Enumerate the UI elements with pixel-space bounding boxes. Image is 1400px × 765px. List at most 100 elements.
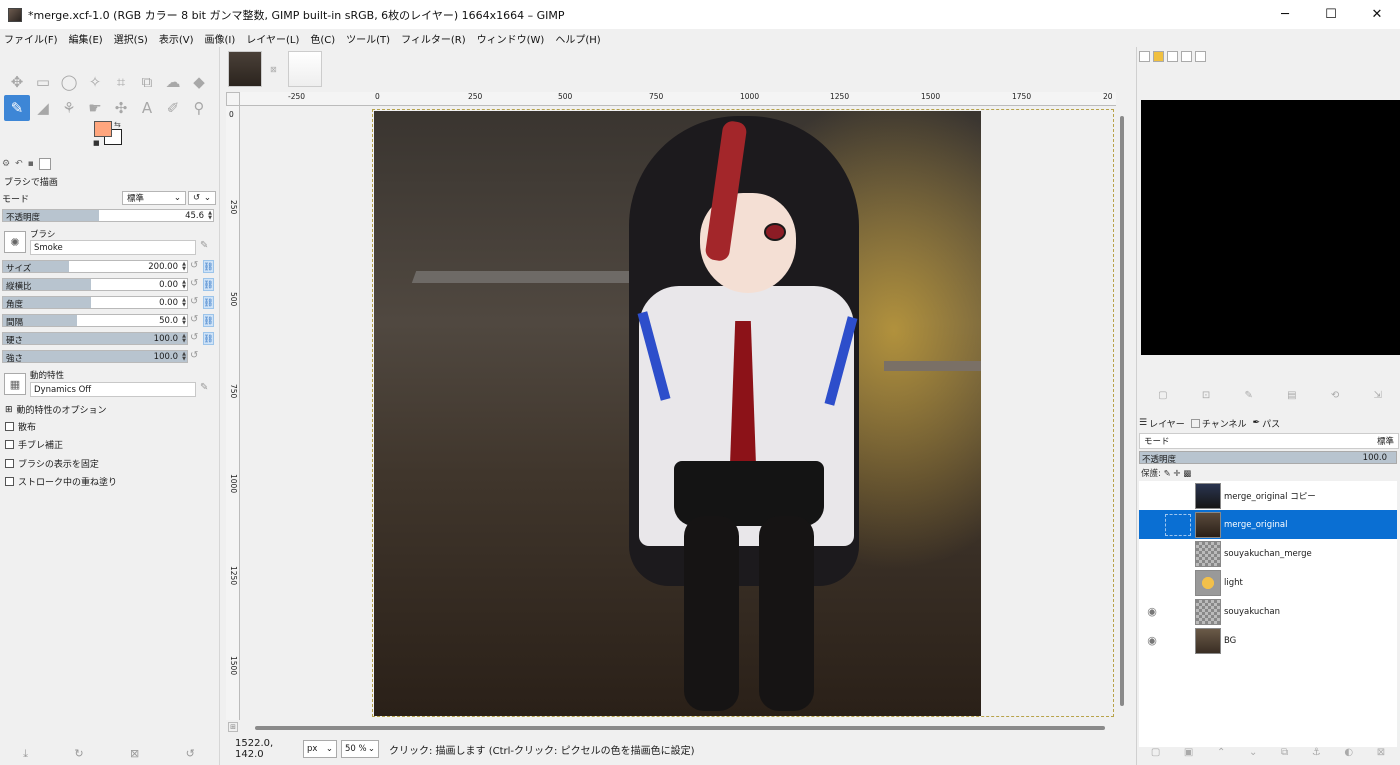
smudge-tool-icon[interactable]: ☛ bbox=[82, 95, 108, 121]
aspect-slider[interactable]: 縦横比 0.00 ▲ ▼ bbox=[2, 278, 188, 292]
close-button[interactable]: ✕ bbox=[1354, 0, 1400, 29]
duplicate-icon[interactable]: ⊡ bbox=[1202, 390, 1210, 401]
layers-tab[interactable]: ☰ レイヤー bbox=[1139, 417, 1185, 430]
image-tab-merge[interactable] bbox=[228, 51, 262, 87]
navigate-icon[interactable]: ⊞ bbox=[228, 722, 238, 732]
paths-tab[interactable]: ✒ パス bbox=[1253, 417, 1281, 430]
crop-tool-icon[interactable]: ⌗ bbox=[108, 69, 134, 95]
fonts-tab-icon[interactable] bbox=[1167, 51, 1178, 62]
layer-row[interactable]: ◉ BG bbox=[1139, 626, 1397, 655]
anchor-layer-icon[interactable]: ⚓ bbox=[1312, 747, 1321, 758]
zoom-tool-icon[interactable]: ⚲ bbox=[186, 95, 212, 121]
save-options-icon[interactable]: ⤓ bbox=[23, 747, 28, 761]
brush-preview[interactable]: ✺ bbox=[4, 231, 26, 253]
lasso-tool-icon[interactable]: ◯ bbox=[56, 69, 82, 95]
images-tab-icon[interactable] bbox=[38, 158, 51, 170]
templates-tab-icon[interactable] bbox=[1195, 51, 1206, 62]
unit-select[interactable]: px ⌄ bbox=[303, 740, 337, 758]
brushes-tab-icon[interactable] bbox=[1139, 51, 1150, 62]
brushes-tab-icon[interactable]: ▪ bbox=[28, 159, 34, 169]
paths-tool-icon[interactable]: ✣ bbox=[108, 95, 134, 121]
reset-colors-icon[interactable]: ■ bbox=[93, 139, 100, 147]
clone-tool-icon[interactable]: ⚘ bbox=[56, 95, 82, 121]
new-icon[interactable]: ▢ bbox=[1158, 390, 1167, 401]
dynamics-field[interactable]: Dynamics Off bbox=[30, 382, 196, 397]
dynamics-options-expander[interactable]: ⊞ 動的特性のオプション bbox=[5, 403, 107, 417]
lock-pixels-icon[interactable]: ✎ bbox=[1164, 469, 1171, 479]
vertical-scrollbar[interactable] bbox=[1117, 106, 1127, 720]
edit-icon[interactable]: ✎ bbox=[1244, 390, 1252, 401]
close-tab-icon[interactable]: ⊠ bbox=[270, 65, 277, 74]
scatter-checkbox[interactable]: 散布 bbox=[5, 420, 36, 433]
menu-filters[interactable]: フィルター(R) bbox=[401, 31, 466, 46]
minimize-button[interactable]: ─ bbox=[1262, 0, 1308, 29]
mode-select[interactable]: 標準 ⌄ bbox=[122, 191, 186, 205]
spacing-slider[interactable]: 間隔 50.0 ▲ ▼ bbox=[2, 314, 188, 328]
undo-history-tab-icon[interactable]: ↶ bbox=[15, 159, 23, 169]
delete-options-icon[interactable]: ⊠ bbox=[130, 747, 139, 761]
menu-edit[interactable]: 編集(E) bbox=[69, 31, 103, 46]
fuzzy-select-tool-icon[interactable]: ✧ bbox=[82, 69, 108, 95]
eye-icon[interactable]: ◉ bbox=[1139, 605, 1165, 618]
chain-toggle[interactable] bbox=[1165, 630, 1191, 652]
layer-row[interactable]: souyakuchan_merge bbox=[1139, 539, 1397, 568]
force-slider[interactable]: 強さ 100.0 ▲ ▼ bbox=[2, 350, 188, 364]
brush-field[interactable]: Smoke bbox=[30, 240, 196, 255]
spin-icon[interactable]: ▲ ▼ bbox=[182, 316, 186, 326]
spin-icon[interactable]: ▲ ▼ bbox=[182, 280, 186, 290]
duplicate-layer-icon[interactable]: ⧉ bbox=[1281, 747, 1288, 758]
smooth-checkbox[interactable]: 手ブレ補正 bbox=[5, 438, 63, 451]
chain-toggle[interactable] bbox=[1165, 543, 1191, 565]
spin-icon[interactable]: ▲ ▼ bbox=[182, 298, 186, 308]
patterns-tab-icon[interactable] bbox=[1153, 51, 1164, 62]
transform-tool-icon[interactable]: ⧉ bbox=[134, 69, 160, 95]
lower-layer-icon[interactable]: ⌄ bbox=[1249, 747, 1257, 758]
maximize-button[interactable]: ☐ bbox=[1308, 0, 1354, 29]
warp-tool-icon[interactable]: ☁ bbox=[160, 69, 186, 95]
image-tab-second[interactable] bbox=[288, 51, 322, 87]
spin-icon[interactable]: ▲ ▼ bbox=[182, 262, 186, 272]
spin-icon[interactable]: ▲ ▼ bbox=[182, 352, 186, 362]
dynamics-preview[interactable]: ▦ bbox=[4, 373, 26, 395]
layer-row[interactable]: merge_original コピー bbox=[1139, 481, 1397, 510]
chain-toggle[interactable] bbox=[1165, 513, 1191, 536]
delete-icon[interactable]: ▤ bbox=[1287, 390, 1296, 401]
menu-help[interactable]: ヘルプ(H) bbox=[555, 31, 600, 46]
menu-view[interactable]: 表示(V) bbox=[159, 31, 194, 46]
hardness-slider[interactable]: 硬さ 100.0 ▲ ▼ bbox=[2, 332, 188, 346]
size-slider[interactable]: サイズ 200.00 ▲ ▼ bbox=[2, 260, 188, 274]
opacity-slider[interactable]: 不透明度 45.6 ▲ ▼ bbox=[2, 209, 214, 223]
scroll-thumb[interactable] bbox=[255, 726, 1105, 730]
link-angle-icon[interactable]: ⛓ bbox=[203, 296, 214, 309]
eraser-tool-icon[interactable]: ◢ bbox=[30, 95, 56, 121]
raise-layer-icon[interactable]: ⌃ bbox=[1217, 747, 1225, 758]
chain-toggle[interactable] bbox=[1165, 601, 1191, 623]
lock-alpha-icon[interactable]: ▩ bbox=[1183, 469, 1191, 479]
zoom-select[interactable]: 50 % ⌄ bbox=[341, 740, 379, 758]
mask-layer-icon[interactable]: ◐ bbox=[1344, 747, 1353, 758]
scroll-thumb[interactable] bbox=[1120, 116, 1124, 706]
incremental-checkbox[interactable]: ストローク中の重ね塗り bbox=[5, 475, 117, 488]
link-spacing-icon[interactable]: ⛓ bbox=[203, 314, 214, 327]
bucket-fill-tool-icon[interactable]: ◆ bbox=[186, 69, 212, 95]
spin-icon[interactable]: ▲ ▼ bbox=[182, 334, 186, 344]
reset-spacing-icon[interactable]: ↺ bbox=[190, 314, 198, 325]
document-tab-icon[interactable] bbox=[1181, 51, 1192, 62]
menu-colors[interactable]: 色(C) bbox=[310, 31, 335, 46]
link-aspect-icon[interactable]: ⛓ bbox=[203, 278, 214, 291]
edit-brush-icon[interactable]: ✎ bbox=[200, 240, 208, 251]
refresh-icon[interactable]: ⟲ bbox=[1331, 390, 1339, 401]
foreground-color[interactable] bbox=[94, 121, 112, 137]
lock-brush-checkbox[interactable]: ブラシの表示を固定 bbox=[5, 457, 99, 470]
layer-row[interactable]: merge_original bbox=[1139, 510, 1397, 539]
layer-row[interactable]: ◉ souyakuchan bbox=[1139, 597, 1397, 626]
menu-file[interactable]: ファイル(F) bbox=[4, 31, 58, 46]
menu-layer[interactable]: レイヤー(L) bbox=[246, 31, 299, 46]
layer-row[interactable]: light bbox=[1139, 568, 1397, 597]
tool-options-tab-icon[interactable]: ⚙ bbox=[2, 159, 10, 169]
ruler-corner[interactable] bbox=[226, 92, 240, 106]
restore-options-icon[interactable]: ↻ bbox=[74, 747, 83, 761]
spin-icon[interactable]: ▲ ▼ bbox=[208, 211, 212, 221]
menu-windows[interactable]: ウィンドウ(W) bbox=[477, 31, 545, 46]
eye-icon[interactable]: ◉ bbox=[1139, 634, 1165, 647]
